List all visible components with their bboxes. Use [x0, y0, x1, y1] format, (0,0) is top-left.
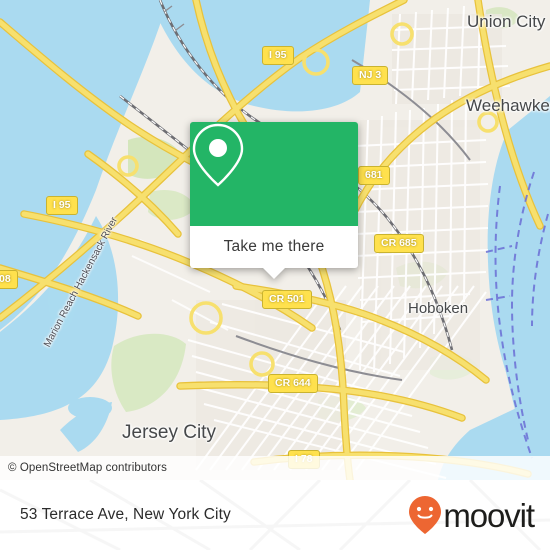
moovit-pin-icon	[409, 496, 442, 534]
shield-cr681: 681	[358, 166, 390, 185]
card-header	[190, 122, 358, 226]
shield-nj3: NJ 3	[352, 66, 389, 85]
shield-cr508: 08	[0, 270, 18, 289]
moovit-logo[interactable]: moovit	[408, 495, 550, 535]
map-label-hoboken: Hoboken	[408, 300, 469, 317]
map-attribution: © OpenStreetMap contributors	[0, 456, 550, 480]
map-label-weehawken: Weehawken	[466, 96, 550, 115]
attribution-text[interactable]: © OpenStreetMap contributors	[0, 462, 167, 474]
app-root: Jersey City Union City Weehawken Hoboken…	[0, 0, 550, 550]
footer-bar: 53 Terrace Ave, New York City moovit	[0, 480, 550, 550]
map-label-union-city: Union City	[467, 12, 546, 31]
card-footer[interactable]: Take me there	[190, 226, 358, 279]
take-me-there-card[interactable]: Take me there	[190, 122, 358, 279]
shield-cr501: CR 501	[262, 290, 312, 309]
map-label-jersey-city: Jersey City	[122, 422, 216, 443]
shield-i95-west: I 95	[46, 196, 78, 215]
shield-cr685: CR 685	[374, 234, 424, 253]
map-pin-icon	[192, 123, 244, 187]
card-pointer-tail	[263, 268, 285, 279]
moovit-wordmark: moovit	[443, 496, 535, 534]
shield-cr644: CR 644	[268, 374, 318, 393]
map-canvas[interactable]: Jersey City Union City Weehawken Hoboken…	[0, 0, 550, 480]
take-me-there-label: Take me there	[223, 238, 325, 255]
shield-i95-north: I 95	[262, 46, 294, 65]
address-label: 53 Terrace Ave, New York City	[20, 506, 231, 523]
